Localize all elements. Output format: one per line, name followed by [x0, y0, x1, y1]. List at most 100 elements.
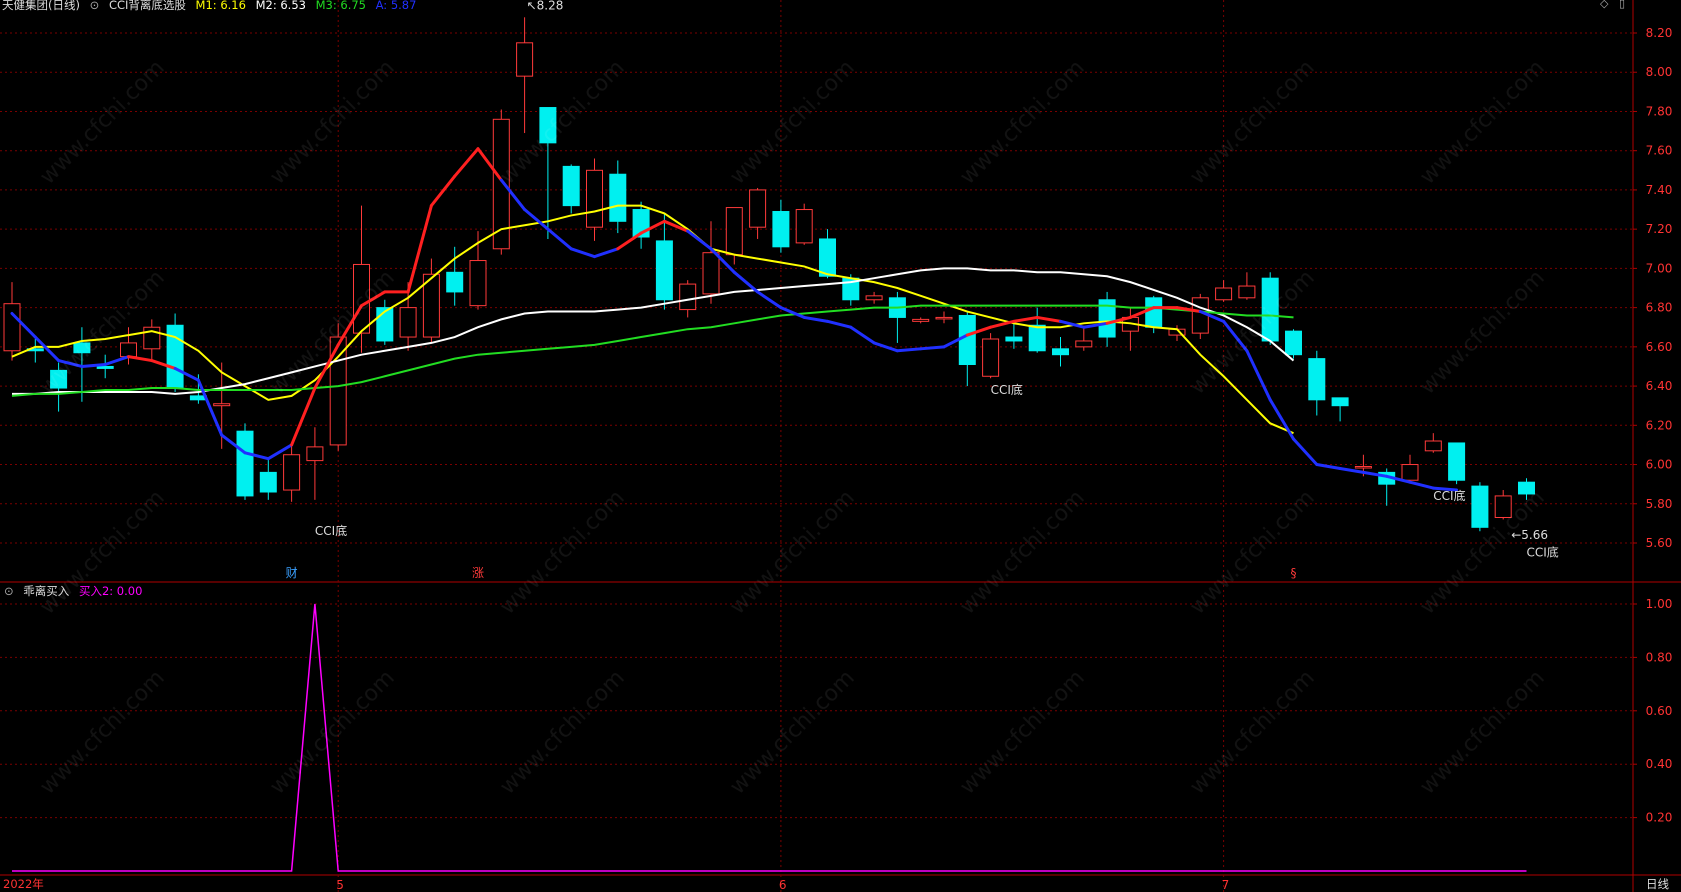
candle-body: [213, 403, 231, 407]
line-a-segment: [1035, 315, 1062, 323]
candle-body: [935, 316, 953, 320]
cci-bottom-label: CCI底: [991, 382, 1023, 397]
sub-tick-label: 0.60: [1646, 704, 1673, 718]
candle-body: [819, 238, 836, 277]
candle-body: [1238, 285, 1256, 299]
m1-value: M1: 6.16: [195, 0, 246, 12]
sub-indicator-name[interactable]: 乖离买入: [23, 584, 69, 598]
candle-body: [516, 42, 534, 77]
candle-body: [655, 240, 673, 301]
cci-bottom-label: CCI底: [1433, 488, 1465, 503]
candle-body: [1028, 324, 1046, 352]
line-a-segment: [872, 341, 899, 353]
candle-body: [446, 271, 464, 293]
low-price-label: ←5.66: [1511, 528, 1548, 542]
year-label: 2022年: [3, 877, 44, 891]
candle-body: [50, 369, 68, 389]
line-a-segment: [686, 229, 713, 251]
main-tick-label: 6.80: [1646, 301, 1673, 315]
candle-body: [1401, 464, 1419, 481]
moving-average-lines: [10, 147, 1527, 872]
line-a-segment: [569, 247, 596, 259]
month-label: 5: [336, 878, 344, 892]
candle-body: [562, 165, 580, 207]
candle-body: [1331, 397, 1349, 407]
candle-body: [306, 446, 324, 462]
event-marker: 涨: [472, 565, 484, 580]
month-label: 7: [1222, 878, 1230, 892]
line-a-segment: [593, 247, 620, 259]
line-a-segment: [849, 325, 876, 345]
candle-body: [1424, 440, 1442, 452]
panel-icon[interactable]: ▯: [1619, 0, 1625, 10]
line-a-segment: [616, 231, 643, 251]
diamond-icon[interactable]: ◇: [1600, 0, 1608, 10]
line-a-segment: [1268, 398, 1295, 441]
main-tick-label: 6.20: [1646, 418, 1673, 432]
line-a-segment: [1245, 349, 1272, 402]
line-buy2: [12, 603, 1527, 872]
line-a-segment: [1012, 315, 1039, 323]
line-a-segment: [989, 319, 1016, 329]
period-label[interactable]: 日线: [1646, 876, 1669, 892]
m2-value: M2: 6.53: [255, 0, 306, 12]
main-tick-label: 6.60: [1646, 340, 1673, 354]
month-label: 6: [779, 878, 787, 892]
candle-body: [236, 430, 254, 497]
sub-indicator-toggle-icon[interactable]: ⊙: [4, 584, 14, 598]
candle-body: [702, 252, 720, 295]
main-tick-label: 7.00: [1646, 261, 1673, 275]
stock-chart[interactable]: 5.60 5.80 6.00 6.20 6.40 6.60 6.80 7.00 7.20 7.40…: [0, 0, 1681, 892]
candle-body: [1052, 348, 1069, 356]
candle-body: [73, 342, 91, 354]
indicator-name[interactable]: CCI背离底选股: [109, 0, 186, 12]
main-tick-label: 5.80: [1646, 497, 1673, 511]
main-tick-label: 7.80: [1646, 104, 1673, 118]
line-a-segment: [429, 174, 457, 208]
a-value: A: 5.87: [375, 0, 417, 12]
main-tick-label: 8.20: [1646, 26, 1673, 40]
candle-body: [96, 365, 114, 369]
candle-body: [283, 454, 301, 491]
sub-tick-label: 0.40: [1646, 757, 1673, 771]
candle-body: [1005, 336, 1023, 342]
line-a-segment: [826, 319, 853, 329]
line-a-segment: [1338, 466, 1365, 474]
main-header: 天健集团(日线) ⊙ CCI背离底选股 M1: 6.16 M2: 6.53 M3…: [2, 0, 422, 13]
candle-body: [469, 260, 487, 307]
candle-body: [120, 342, 137, 358]
line-a-segment: [290, 386, 317, 447]
line-a-segment: [546, 227, 573, 251]
candle-body: [259, 471, 277, 493]
candle-body: [679, 283, 697, 311]
m3-value: M3: 6.75: [315, 0, 366, 12]
line-a-segment: [756, 290, 783, 310]
candle-body: [609, 173, 627, 222]
sub-tick-label: 0.20: [1646, 811, 1673, 825]
main-tick-label: 5.60: [1646, 536, 1673, 550]
line-a-segment: [732, 270, 760, 294]
cci-bottom-label: CCI底: [315, 523, 347, 538]
candle-body: [1285, 330, 1302, 356]
line-a-segment: [1408, 480, 1435, 490]
candle-body: [1518, 481, 1535, 495]
candle-body: [1308, 358, 1326, 401]
line-a-segment: [802, 315, 829, 323]
event-marker: §: [1291, 566, 1297, 580]
candle-body: [865, 295, 883, 301]
candle-body: [1145, 297, 1163, 328]
candle-body: [1448, 442, 1466, 481]
high-price-label: ↖8.28: [527, 0, 564, 12]
main-tick-label: 8.00: [1646, 65, 1673, 79]
line-a-segment: [895, 347, 923, 353]
line-a-segment: [103, 355, 130, 366]
candles: [3, 17, 1535, 532]
candle-body: [539, 107, 557, 144]
candle-body: [1354, 466, 1372, 469]
candle-body: [772, 211, 790, 248]
cci-bottom-label: CCI底: [1527, 545, 1559, 560]
line-a-segment: [57, 359, 84, 368]
indicator-toggle-icon[interactable]: ⊙: [90, 0, 100, 12]
line-a-segment: [919, 345, 946, 351]
main-tick-label: 6.00: [1646, 458, 1673, 472]
